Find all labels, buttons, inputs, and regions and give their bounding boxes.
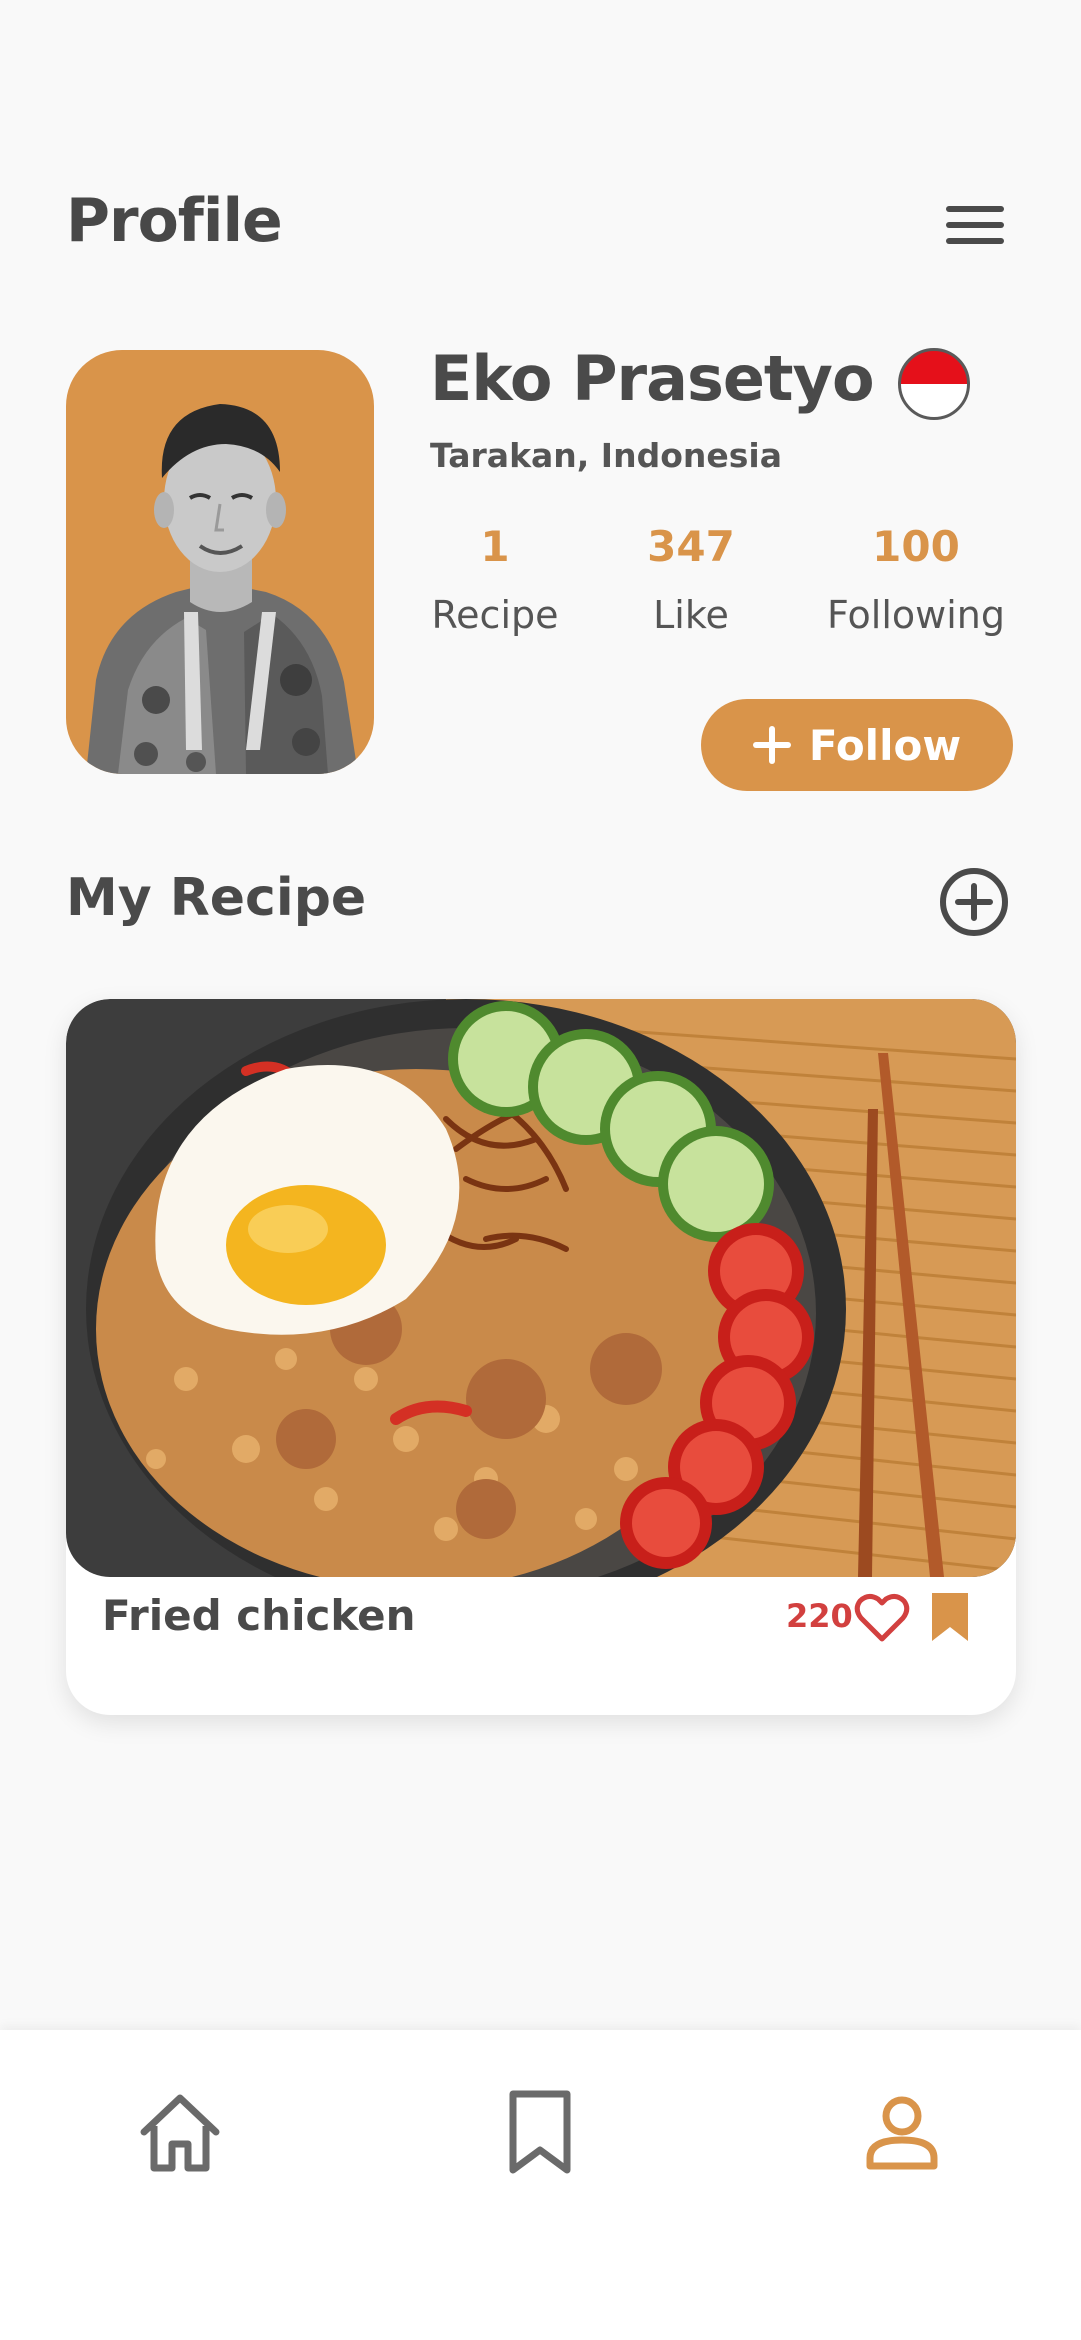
stat-like-value: 347 (647, 522, 735, 571)
user-location: Tarakan, Indonesia (430, 436, 782, 475)
avatar (66, 350, 374, 774)
indonesia-flag-icon (898, 348, 970, 420)
nav-profile[interactable] (852, 2082, 952, 2182)
bottom-nav (0, 2030, 1081, 2340)
stat-recipe-value: 1 (480, 522, 510, 571)
nav-saved[interactable] (490, 2082, 590, 2182)
bookmark-icon (509, 2090, 571, 2174)
bookmark-icon[interactable] (928, 1591, 972, 1643)
recipe-title: Fried chicken (102, 1591, 416, 1640)
hamburger-menu-icon[interactable] (942, 200, 1008, 250)
recipe-image (66, 999, 1016, 1577)
stat-following-value: 100 (872, 522, 960, 571)
profile-screen: Profile Eko Prasetyo Tarakan, Indonesia … (0, 0, 1081, 2340)
heart-icon[interactable] (852, 1587, 912, 1647)
stat-following-label: Following (827, 593, 1005, 637)
user-photo (86, 404, 358, 774)
follow-button[interactable]: Follow (701, 699, 1013, 791)
recipe-card[interactable]: Fried chicken 220 (66, 999, 1016, 1715)
nav-home[interactable] (130, 2082, 230, 2182)
like-count: 220 (786, 1597, 853, 1635)
add-circle-icon[interactable] (938, 866, 1010, 938)
stat-like-label: Like (653, 593, 729, 637)
stat-following[interactable]: 100 Following (816, 522, 1016, 637)
stat-like: 347 Like (616, 522, 766, 637)
stat-recipe: 1 Recipe (420, 522, 570, 637)
user-name: Eko Prasetyo (430, 342, 875, 415)
plus-icon (752, 726, 791, 764)
user-icon (866, 2096, 938, 2170)
page-title: Profile (66, 186, 283, 256)
stat-recipe-label: Recipe (431, 593, 559, 637)
follow-button-label: Follow (808, 720, 962, 770)
section-title-my-recipe: My Recipe (66, 868, 367, 928)
home-icon (140, 2094, 220, 2172)
